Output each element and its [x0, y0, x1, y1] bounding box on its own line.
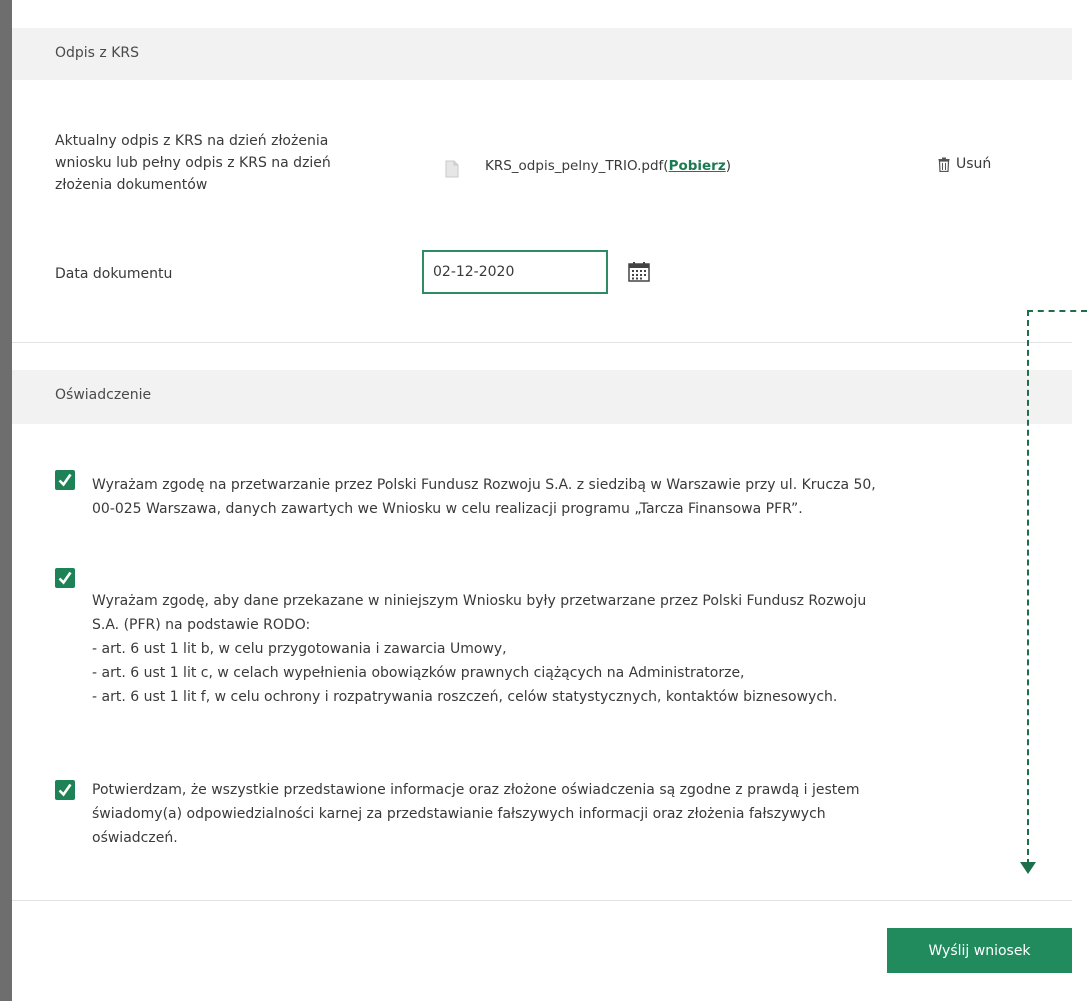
consent-line: Wyrażam zgodę, aby dane przekazane w nin… [92, 593, 867, 609]
consent-text-3: Potwierdzam, że wszystkie przedstawione … [92, 778, 1022, 850]
consent-line: - art. 6 ust 1 lit b, w celu przygotowan… [92, 641, 507, 657]
calendar-icon[interactable] [628, 262, 652, 282]
consent-checkbox-2[interactable] [55, 568, 75, 588]
consent-line: 00-025 Warszawa, danych zawartych we Wni… [92, 501, 803, 517]
checkmark-icon [58, 783, 72, 797]
consent-text-1: Wyrażam zgodę na przetwarzanie przez Pol… [92, 473, 1022, 521]
consent-line: oświadczeń. [92, 830, 178, 846]
form-page: Odpis z KRS Aktualny odpis z KRS na dzie… [12, 0, 1087, 1001]
krs-description-line: wniosku lub pełny odpis z KRS na dzień [55, 155, 331, 171]
statement-section-header: Oświadczenie [12, 370, 1072, 424]
submit-application-button[interactable]: Wyślij wniosek [887, 928, 1072, 973]
checkmark-icon [58, 571, 72, 585]
consent-line: - art. 6 ust 1 lit f, w celu ochrony i r… [92, 689, 838, 705]
date-label: Data dokumentu [55, 266, 173, 282]
attached-file: KRS_odpis_pelny_TRIO.pdf(Pobierz) [485, 158, 731, 174]
annotation-arrow-line [1027, 310, 1030, 865]
delete-label: Usuń [956, 156, 992, 172]
krs-description-line: Aktualny odpis z KRS na dzień złożenia [55, 133, 329, 149]
consent-text-2: Wyrażam zgodę, aby dane przekazane w nin… [92, 589, 1022, 709]
document-icon [445, 160, 459, 178]
section-divider [12, 342, 1072, 343]
krs-section-title: Odpis z KRS [55, 45, 140, 61]
delete-file-button[interactable]: Usuń [938, 156, 991, 172]
paren-close: ) [725, 158, 731, 174]
document-date-input[interactable] [422, 250, 608, 294]
krs-description-line: złożenia dokumentów [55, 177, 208, 193]
consent-line: Wyrażam zgodę na przetwarzanie przez Pol… [92, 477, 876, 493]
trash-icon [938, 157, 950, 172]
section-divider [12, 900, 1072, 901]
consent-line: - art. 6 ust 1 lit c, w celach wypełnien… [92, 665, 745, 681]
statement-section-title: Oświadczenie [55, 387, 152, 403]
annotation-arrow-line [1027, 310, 1087, 312]
krs-description: Aktualny odpis z KRS na dzień złożenia w… [55, 130, 331, 196]
consent-line: S.A. (PFR) na podstawie RODO: [92, 617, 311, 633]
consent-checkbox-3[interactable] [55, 780, 75, 800]
consent-line: świadomy(a) odpowiedzialności karnej za … [92, 806, 826, 822]
download-link[interactable]: Pobierz [669, 158, 726, 174]
krs-section-header: Odpis z KRS [12, 28, 1072, 80]
annotation-arrowhead [1020, 862, 1036, 874]
consent-checkbox-1[interactable] [55, 470, 75, 490]
file-name: KRS_odpis_pelny_TRIO.pdf [485, 158, 664, 174]
consent-line: Potwierdzam, że wszystkie przedstawione … [92, 782, 860, 798]
checkmark-icon [58, 473, 72, 487]
